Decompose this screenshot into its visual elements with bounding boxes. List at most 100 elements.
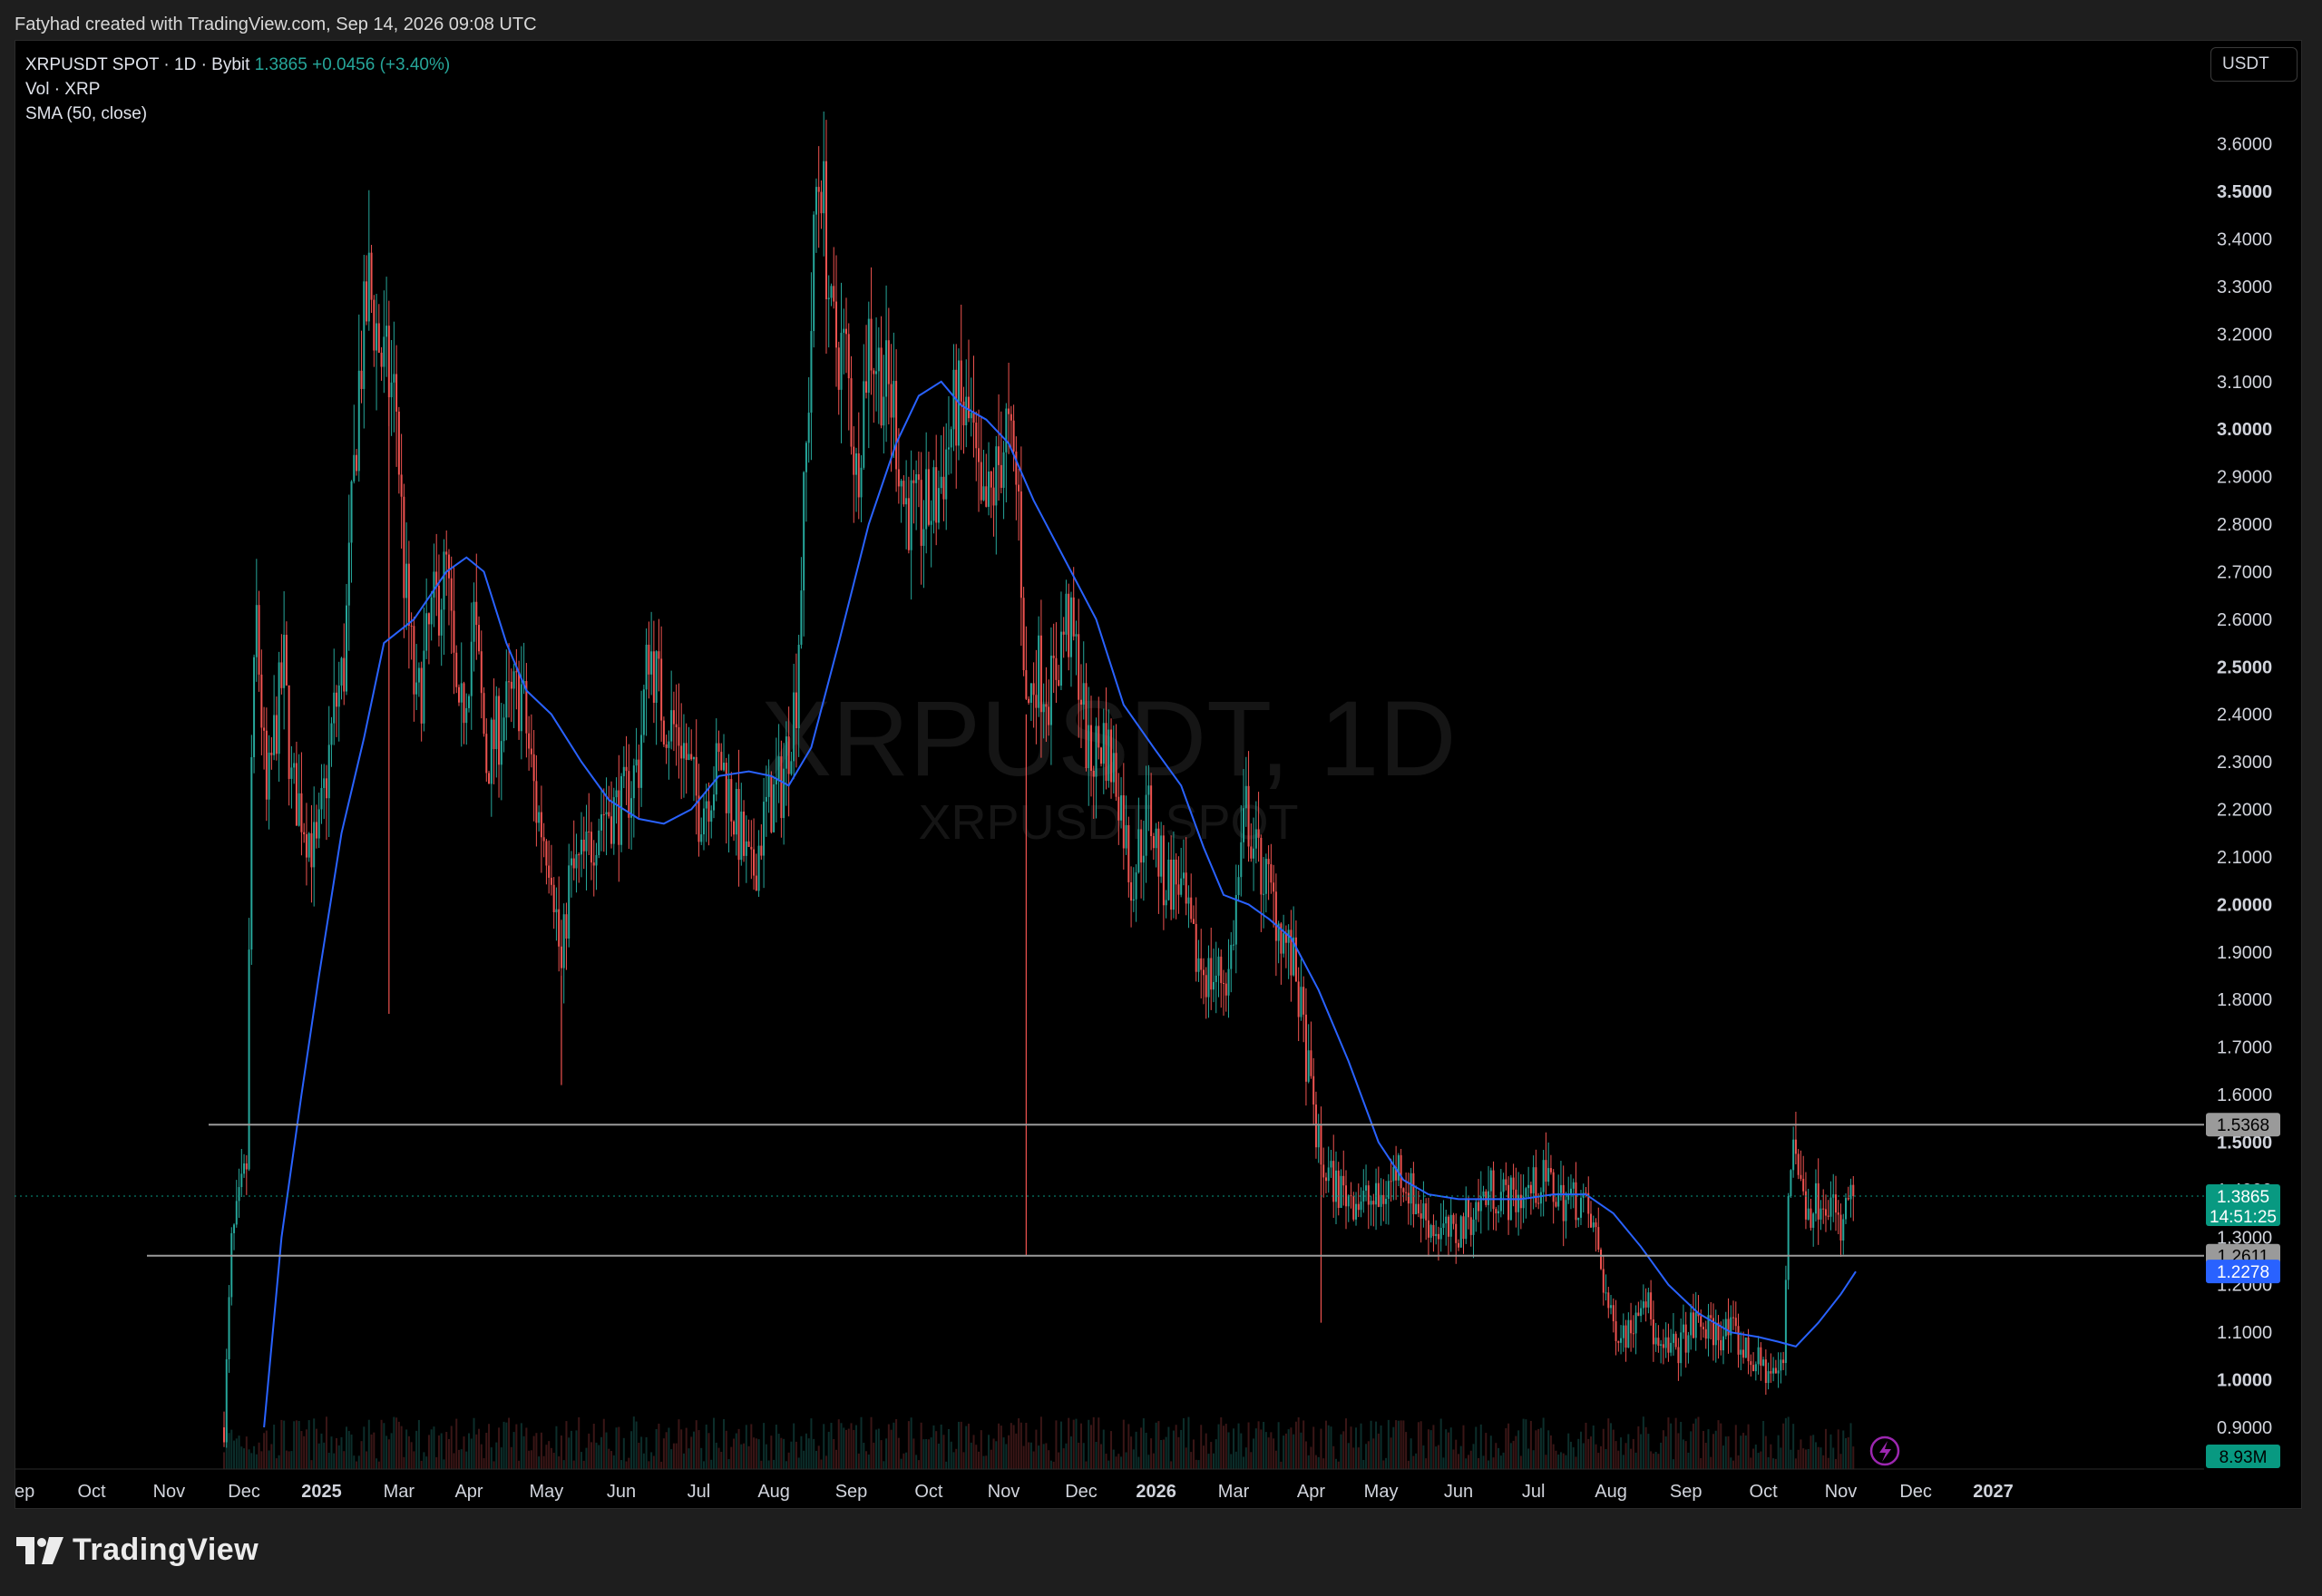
candle-body[interactable] bbox=[990, 472, 992, 488]
candle-body[interactable] bbox=[787, 736, 790, 774]
candle-body[interactable] bbox=[783, 768, 785, 819]
candle-body[interactable] bbox=[255, 605, 258, 657]
candle-body[interactable] bbox=[343, 657, 346, 692]
candle-body[interactable] bbox=[1135, 872, 1137, 900]
candle-body[interactable] bbox=[1302, 987, 1305, 1015]
candle-body[interactable] bbox=[705, 801, 707, 809]
candle-body[interactable] bbox=[992, 487, 995, 506]
candle-body[interactable] bbox=[905, 498, 908, 505]
candle-body[interactable] bbox=[1468, 1199, 1470, 1218]
candle-body[interactable] bbox=[407, 563, 410, 626]
candle-body[interactable] bbox=[988, 472, 990, 507]
candle-body[interactable] bbox=[1747, 1337, 1750, 1362]
candle-body[interactable] bbox=[1107, 729, 1110, 782]
candle-body[interactable] bbox=[952, 369, 955, 430]
candle-body[interactable] bbox=[757, 845, 760, 891]
candle-body[interactable] bbox=[1627, 1319, 1630, 1348]
candle-body[interactable] bbox=[1469, 1217, 1472, 1235]
candle-body[interactable] bbox=[552, 884, 555, 913]
candle-body[interactable] bbox=[1782, 1359, 1785, 1364]
candle-body[interactable] bbox=[560, 946, 562, 968]
candle-body[interactable] bbox=[1185, 872, 1187, 904]
candle-body[interactable] bbox=[228, 1297, 230, 1359]
candle-body[interactable] bbox=[542, 837, 545, 842]
candle-body[interactable] bbox=[435, 571, 438, 586]
candle-body[interactable] bbox=[405, 563, 408, 598]
candle-body[interactable] bbox=[298, 793, 300, 826]
candle-body[interactable] bbox=[540, 812, 542, 838]
candle-body[interactable] bbox=[307, 832, 310, 858]
candle-body[interactable] bbox=[230, 1232, 233, 1298]
candle-body[interactable] bbox=[638, 759, 640, 788]
candle-body[interactable] bbox=[907, 498, 910, 550]
candle-body[interactable] bbox=[640, 735, 643, 788]
candle-body[interactable] bbox=[1042, 704, 1045, 713]
candle-body[interactable] bbox=[455, 652, 458, 687]
candle-body[interactable] bbox=[1714, 1322, 1717, 1346]
candle-body[interactable] bbox=[922, 529, 925, 546]
candle-body[interactable] bbox=[927, 469, 930, 525]
candle-body[interactable] bbox=[1784, 1280, 1787, 1364]
candle-body[interactable] bbox=[1537, 1202, 1540, 1204]
candle-body[interactable] bbox=[1370, 1201, 1372, 1205]
candle-body[interactable] bbox=[645, 644, 648, 690]
candle-body[interactable] bbox=[1367, 1185, 1370, 1205]
candle-body[interactable] bbox=[1005, 408, 1008, 453]
candle-body[interactable] bbox=[465, 707, 468, 724]
candle-body[interactable] bbox=[367, 252, 370, 322]
candle-body[interactable] bbox=[1502, 1179, 1505, 1192]
candle-body[interactable] bbox=[650, 651, 653, 675]
candle-body[interactable] bbox=[1300, 987, 1302, 1017]
candle-body[interactable] bbox=[330, 723, 333, 745]
candle-body[interactable] bbox=[1539, 1192, 1542, 1204]
candle-body[interactable] bbox=[415, 682, 418, 695]
candle-body[interactable] bbox=[253, 657, 256, 758]
candle-body[interactable] bbox=[1175, 859, 1177, 885]
candle-body[interactable] bbox=[545, 841, 548, 866]
candle-body[interactable] bbox=[393, 374, 395, 383]
candle-body[interactable] bbox=[565, 914, 568, 939]
candle-body[interactable] bbox=[1612, 1305, 1615, 1322]
candle-body[interactable] bbox=[965, 396, 968, 425]
candle-body[interactable] bbox=[445, 551, 448, 555]
candle-body[interactable] bbox=[427, 613, 430, 625]
candle-body[interactable] bbox=[1780, 1359, 1782, 1371]
sma-50-line[interactable] bbox=[263, 380, 1857, 1428]
candle-body[interactable] bbox=[795, 692, 797, 729]
candle-body[interactable] bbox=[1674, 1333, 1677, 1348]
candle-body[interactable] bbox=[1345, 1185, 1348, 1207]
candle-body[interactable] bbox=[548, 865, 551, 878]
candle-body[interactable] bbox=[510, 681, 512, 689]
candle-body[interactable] bbox=[733, 821, 736, 835]
candle-body[interactable] bbox=[1662, 1344, 1664, 1348]
candle-body[interactable] bbox=[1212, 981, 1215, 990]
candle-body[interactable] bbox=[865, 381, 868, 394]
candle-body[interactable] bbox=[917, 474, 920, 481]
candle-body[interactable] bbox=[1010, 414, 1012, 421]
candle-body[interactable] bbox=[1829, 1197, 1832, 1217]
candle-body[interactable] bbox=[1652, 1319, 1654, 1345]
candle-body[interactable] bbox=[1202, 969, 1205, 976]
candle-body[interactable] bbox=[1137, 829, 1140, 873]
candle-body[interactable] bbox=[1100, 747, 1103, 764]
candle-body[interactable] bbox=[1195, 923, 1197, 972]
candle-body[interactable] bbox=[1365, 1185, 1368, 1192]
candle-body[interactable] bbox=[850, 378, 853, 447]
candle-body[interactable] bbox=[1617, 1340, 1620, 1343]
candle-body[interactable] bbox=[1250, 846, 1253, 859]
candle-body[interactable] bbox=[273, 715, 276, 755]
candle-body[interactable] bbox=[1062, 631, 1065, 635]
candle-body[interactable] bbox=[1048, 706, 1050, 725]
candle-body[interactable] bbox=[1092, 770, 1095, 777]
candle-body[interactable] bbox=[767, 775, 770, 797]
candle-body[interactable] bbox=[1495, 1209, 1498, 1214]
candle-body[interactable] bbox=[1253, 848, 1255, 859]
candle-body[interactable] bbox=[1375, 1182, 1378, 1205]
candle-body[interactable] bbox=[1555, 1202, 1557, 1207]
candle-body[interactable] bbox=[582, 839, 585, 852]
candle-body[interactable] bbox=[765, 796, 767, 803]
candle-body[interactable] bbox=[478, 625, 481, 652]
candle-body[interactable] bbox=[1727, 1319, 1730, 1336]
candle-body[interactable] bbox=[1647, 1292, 1650, 1308]
candle-body[interactable] bbox=[1127, 824, 1130, 882]
